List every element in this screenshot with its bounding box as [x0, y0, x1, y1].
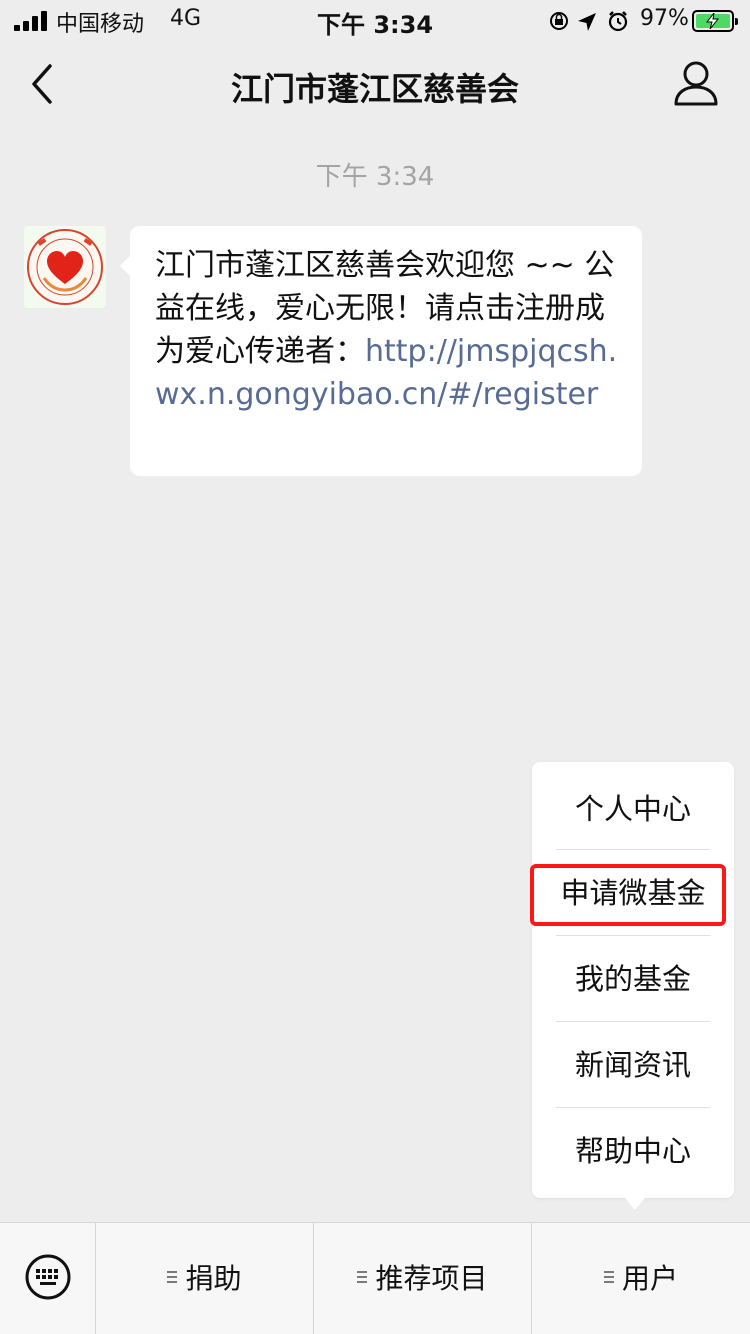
- keyboard-icon: [25, 1254, 71, 1300]
- tab-label: 推荐项目: [375, 1262, 488, 1295]
- user-popup-menu: 个人中心 申请微基金 我的基金 新闻资讯 帮助中心: [532, 762, 734, 1210]
- battery-percentage: 97%: [640, 6, 689, 31]
- status-bar: 中国移动 4G 下午 3:34 97%: [0, 0, 750, 40]
- menu-item-news[interactable]: 新闻资讯: [532, 1022, 734, 1108]
- menu-item-personal-center[interactable]: 个人中心: [532, 766, 734, 852]
- page-title: 江门市蓬江区慈善会: [230, 70, 519, 108]
- menu-lines-icon: [167, 1271, 178, 1283]
- menu-lines-icon: [357, 1271, 368, 1283]
- menu-item-help-center[interactable]: 帮助中心: [532, 1108, 734, 1194]
- tab-label: 捐助: [185, 1262, 242, 1295]
- tab-recommended-projects[interactable]: 推荐项目: [314, 1223, 532, 1334]
- nav-bar: 江门市蓬江区慈善会: [0, 40, 750, 128]
- status-icons: [550, 11, 628, 32]
- status-time: 下午 3:34: [316, 11, 434, 39]
- charity-logo-icon: [27, 229, 103, 305]
- keyboard-toggle-button[interactable]: [0, 1223, 96, 1334]
- profile-button[interactable]: [668, 60, 724, 108]
- avatar[interactable]: [24, 226, 106, 308]
- person-icon: [674, 61, 718, 106]
- orientation-lock-icon: [550, 12, 568, 30]
- tab-label: 用户: [621, 1262, 678, 1295]
- message-timestamp: 下午 3:34: [315, 162, 435, 192]
- location-arrow-icon: [578, 13, 596, 31]
- menu-lines-icon: [603, 1271, 614, 1283]
- alarm-icon: [608, 11, 628, 32]
- message-bubble[interactable]: 江门市蓬江区慈善会欢迎您 ~~ 公益在线，爱心无限！请点击注册成为爱心传递者：h…: [120, 226, 642, 476]
- tab-user[interactable]: 用户: [532, 1223, 750, 1334]
- menu-item-my-fund[interactable]: 我的基金: [532, 936, 734, 1022]
- tab-donate[interactable]: 捐助: [96, 1223, 314, 1334]
- battery-charging-icon: [692, 10, 738, 32]
- highlight-box: [530, 864, 726, 926]
- bottom-menu-bar: 捐助 推荐项目 用户: [0, 1222, 750, 1334]
